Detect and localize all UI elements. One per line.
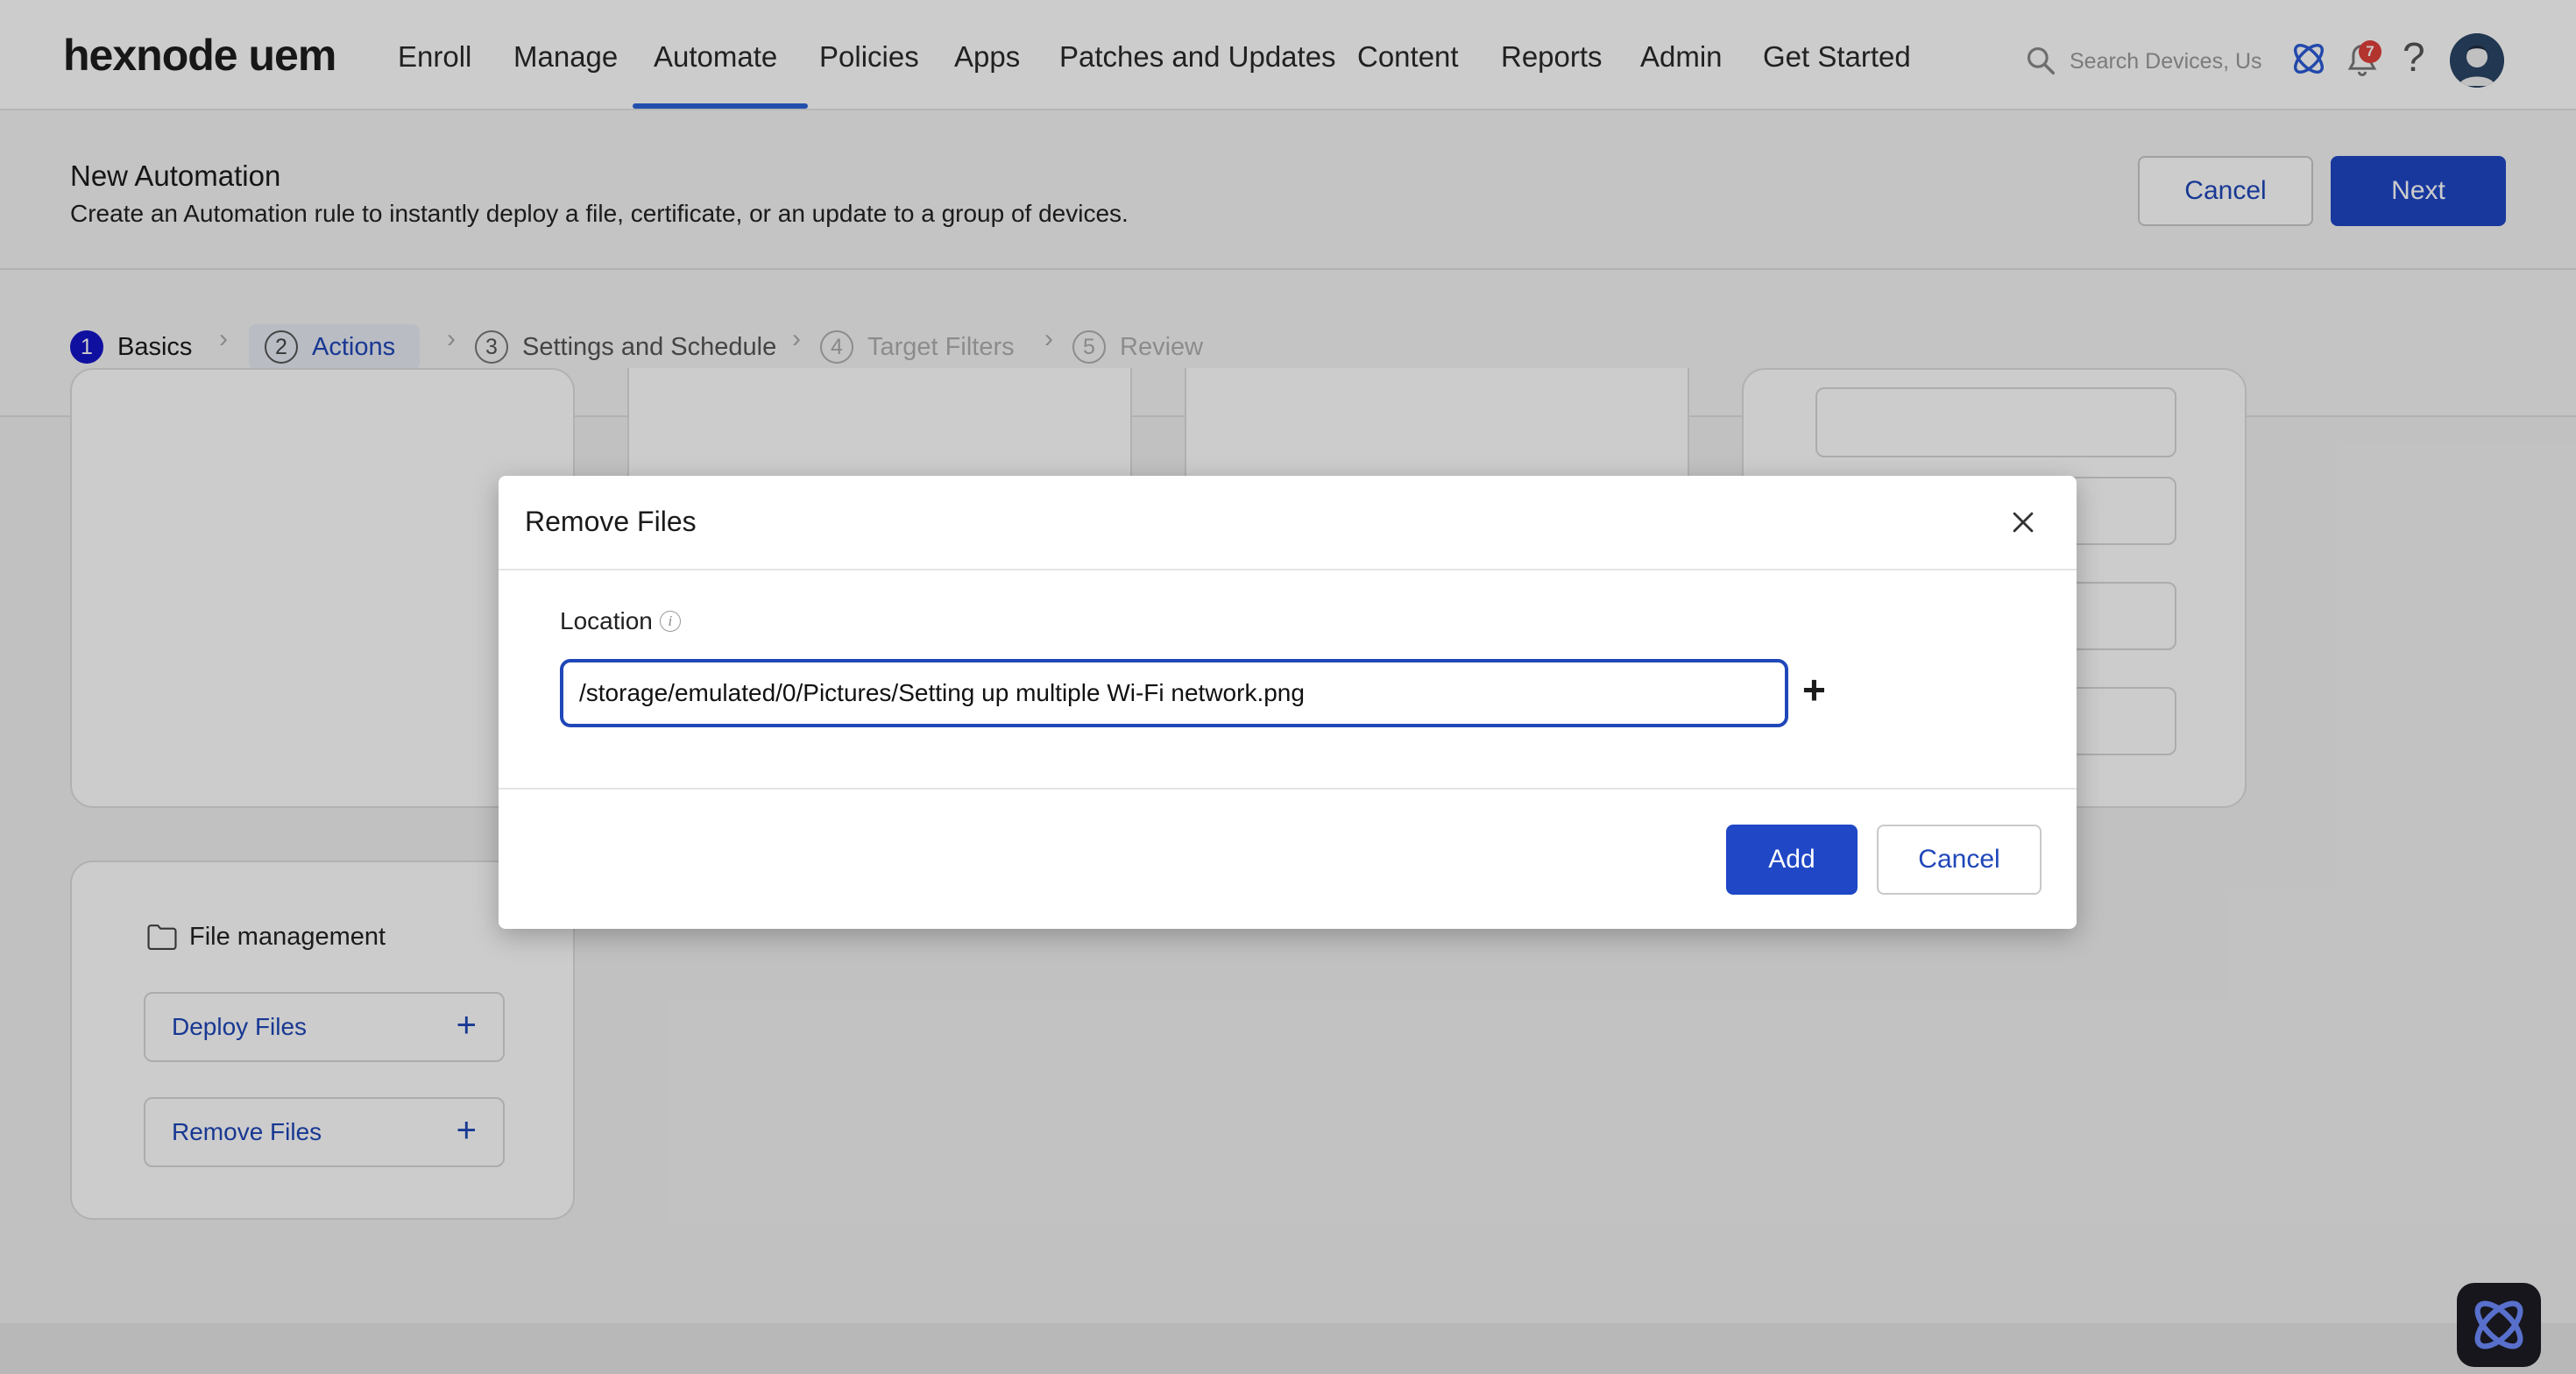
location-field-label: Location i [560,607,681,635]
info-icon[interactable]: i [659,611,681,632]
dialog-title: Remove Files [525,506,697,537]
remove-files-dialog: Remove Files Location i + Add Cancel [499,476,2077,929]
dialog-cancel-button[interactable]: Cancel [1877,825,2042,895]
add-button[interactable]: Add [1726,825,1858,895]
dialog-divider [499,788,2077,790]
location-label-text: Location [560,607,653,634]
close-icon[interactable] [2008,507,2038,537]
dialog-divider [499,569,2077,570]
add-location-plus-icon[interactable]: + [1802,666,1826,713]
location-input[interactable] [560,659,1788,727]
